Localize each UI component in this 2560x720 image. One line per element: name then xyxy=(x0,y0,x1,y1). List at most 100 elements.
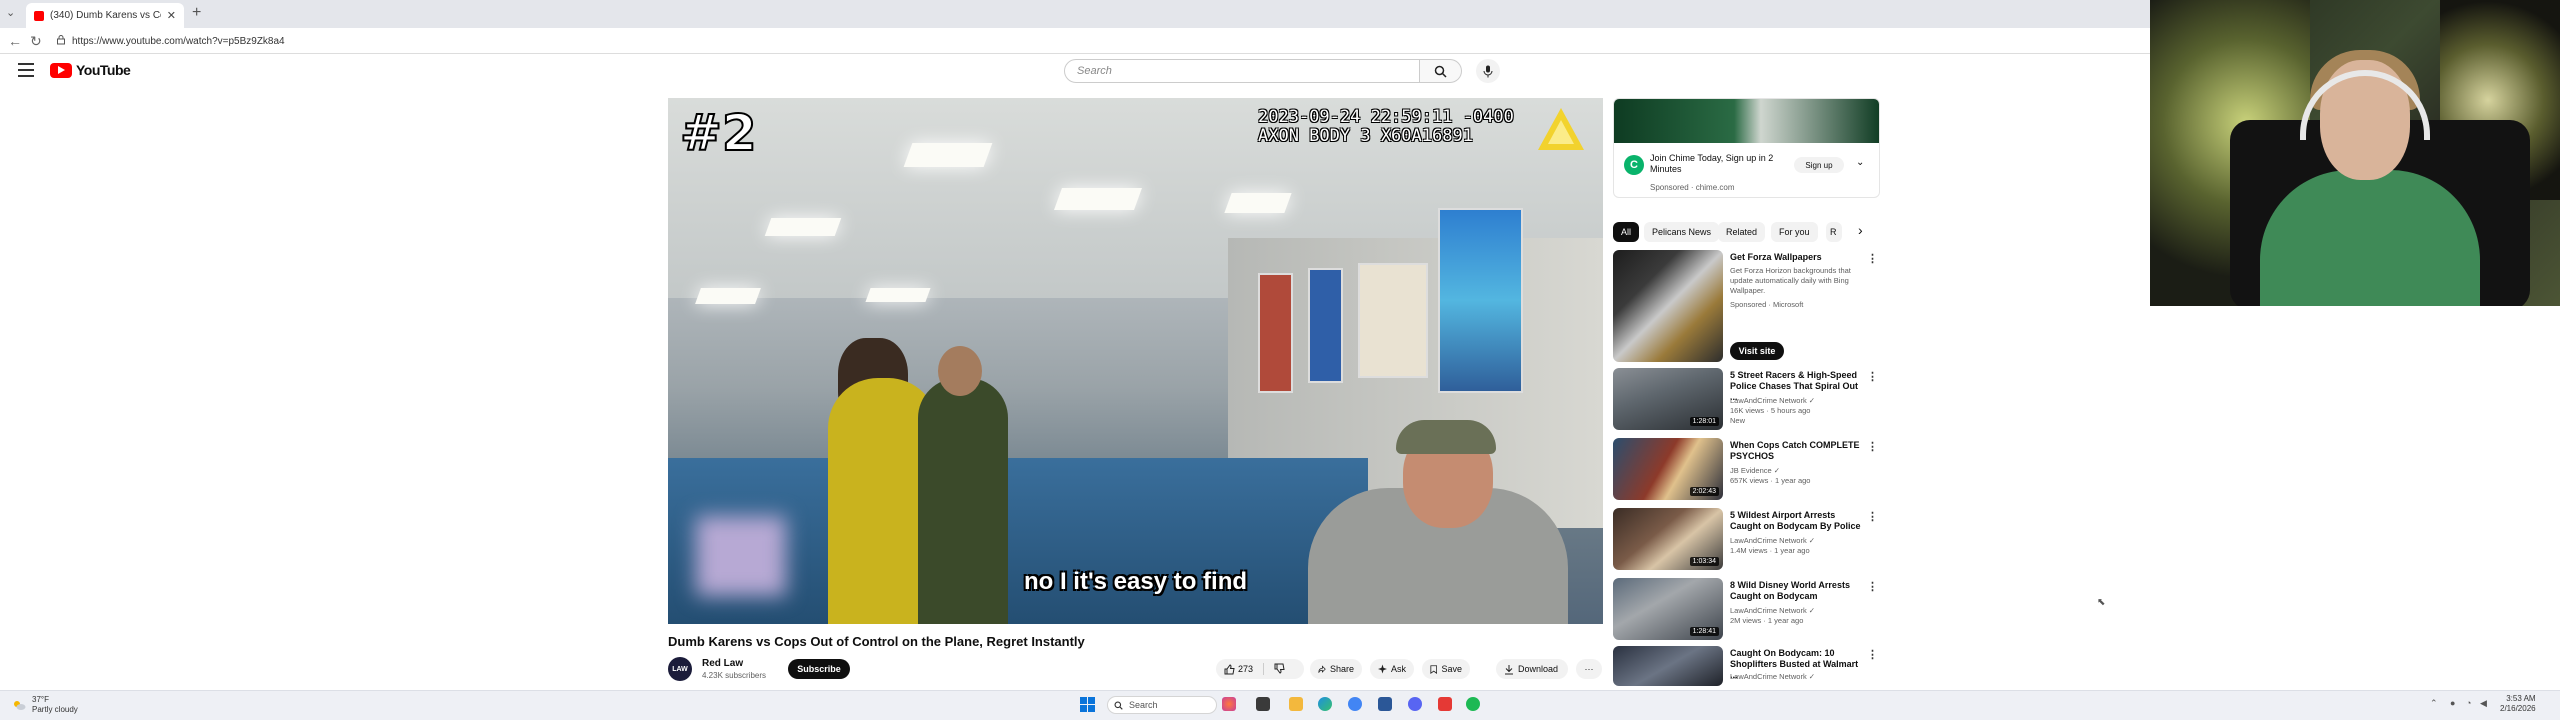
copilot-icon[interactable] xyxy=(1222,697,1236,711)
close-tab-icon[interactable]: ✕ xyxy=(167,9,176,22)
video-caption: no I it's easy to find xyxy=(1023,568,1248,595)
voice-search-button[interactable] xyxy=(1476,59,1500,83)
chip-for-you[interactable]: For you xyxy=(1771,222,1818,242)
site-info-icon[interactable] xyxy=(56,34,66,48)
video-duration: 1:03:34 xyxy=(1689,557,1719,566)
taskbar-clock[interactable]: 3:53 AM 2/16/2026 xyxy=(2500,694,2536,714)
more-vertical-icon[interactable]: ⋮ xyxy=(1867,510,1878,523)
sparkle-icon xyxy=(1378,664,1387,674)
chip-all[interactable]: All xyxy=(1613,222,1640,242)
rec-channel: JB Evidence ✓ xyxy=(1730,466,1781,475)
rec-channel: LawAndCrime Network ✓ xyxy=(1730,606,1816,615)
channel-avatar[interactable]: LAW xyxy=(668,657,692,681)
video-thumbnail[interactable]: 2:02:43 xyxy=(1613,438,1723,500)
channel-name[interactable]: Red Law xyxy=(702,658,743,669)
video-thumbnail[interactable] xyxy=(1613,250,1723,362)
dislike-button[interactable] xyxy=(1274,663,1285,676)
rec-stats: 16K views · 5 hours ago xyxy=(1730,406,1811,415)
url-field[interactable]: https://www.youtube.com/watch?v=p5Bz9Zk8… xyxy=(56,32,1556,50)
video-thumbnail[interactable]: 1:28:41 xyxy=(1613,578,1723,640)
rec-title: Get Forza Wallpapers xyxy=(1730,252,1822,262)
ceiling-light xyxy=(764,218,842,236)
task-view-icon[interactable] xyxy=(1256,697,1270,711)
list-item[interactable]: 1:28:01 5 Street Racers & High-Speed Pol… xyxy=(1613,368,1878,430)
visit-site-button[interactable]: Visit site xyxy=(1730,342,1784,360)
rec-badge: New xyxy=(1730,416,1746,425)
thumbs-down-icon xyxy=(1274,663,1285,674)
hamburger-menu-icon[interactable] xyxy=(18,63,34,77)
ask-label: Ask xyxy=(1390,664,1406,674)
list-item[interactable]: 1:03:34 5 Wildest Airport Arrests Caught… xyxy=(1613,508,1878,570)
spotify-icon[interactable] xyxy=(1466,697,1480,711)
save-label: Save xyxy=(1441,664,1462,674)
chevron-right-icon[interactable]: › xyxy=(1858,222,1863,238)
back-icon[interactable]: ← xyxy=(8,33,22,49)
windows-taskbar xyxy=(0,690,2560,720)
more-vertical-icon[interactable]: ⋮ xyxy=(1867,648,1878,661)
webcam-overlay xyxy=(2150,0,2560,306)
more-vertical-icon[interactable]: ⋮ xyxy=(1867,252,1878,265)
tray-chevron-up-icon[interactable]: ⌃ xyxy=(2430,698,2438,709)
ask-button[interactable]: Ask xyxy=(1370,659,1414,679)
youtube-favicon-icon xyxy=(34,10,44,21)
chip-partial[interactable]: R xyxy=(1826,222,1842,242)
ad-signup-button[interactable]: Sign up xyxy=(1794,157,1844,173)
more-vertical-icon[interactable]: ⋮ xyxy=(1867,440,1878,453)
weather-widget[interactable]: 37°F Partly cloudy xyxy=(12,695,78,715)
download-icon xyxy=(1505,664,1513,674)
network-icon[interactable]: ◔ xyxy=(2466,698,2471,708)
save-button[interactable]: Save xyxy=(1422,659,1470,679)
chrome-icon[interactable] xyxy=(1348,697,1362,711)
share-label: Share xyxy=(1329,664,1354,674)
video-player[interactable]: #2 2023-09-24 22:59:11 -0400 AXON BODY 3… xyxy=(668,98,1603,624)
more-vertical-icon[interactable]: ⋮ xyxy=(1867,370,1878,383)
store-icon[interactable] xyxy=(1378,697,1392,711)
video-thumbnail[interactable]: 1:28:01 xyxy=(1613,368,1723,430)
file-explorer-icon[interactable] xyxy=(1289,697,1303,711)
list-item[interactable]: 1:28:41 8 Wild Disney World Arrests Caug… xyxy=(1613,578,1878,640)
like-button[interactable]: 273 xyxy=(1224,663,1254,675)
new-tab-button[interactable]: + xyxy=(192,4,201,22)
video-duration: 2:02:43 xyxy=(1689,487,1719,496)
list-item[interactable]: 2:02:43 When Cops Catch COMPLETE PSYCHOS… xyxy=(1613,438,1878,500)
windows-start-icon[interactable] xyxy=(1080,697,1095,717)
microphone-tray-icon[interactable]: ● xyxy=(2450,698,2455,708)
list-item[interactable]: Get Forza Wallpapers Get Forza Horizon b… xyxy=(1613,250,1878,362)
share-button[interactable]: Share xyxy=(1310,659,1362,679)
rec-stats: 2M views · 1 year ago xyxy=(1730,616,1804,625)
thumbs-up-icon xyxy=(1224,663,1235,674)
more-actions-button[interactable]: ··· xyxy=(1576,659,1602,679)
video-thumbnail[interactable] xyxy=(1613,646,1723,686)
chip-related[interactable]: Related xyxy=(1718,222,1766,242)
browser-tab-youtube[interactable]: (340) Dumb Karens vs Cops O ✕ xyxy=(26,3,184,28)
more-vertical-icon[interactable]: ⋮ xyxy=(1867,580,1878,593)
wall-poster xyxy=(1308,268,1343,383)
download-button[interactable]: Download xyxy=(1496,659,1568,679)
list-item[interactable]: Caught On Bodycam: 10 Shoplifters Busted… xyxy=(1613,646,1878,686)
app-icon[interactable] xyxy=(1438,697,1452,711)
video-thumbnail[interactable]: 1:03:34 xyxy=(1613,508,1723,570)
rec-stats: 657K views · 1 year ago xyxy=(1730,476,1811,485)
rec-title: When Cops Catch COMPLETE PSYCHOS xyxy=(1730,440,1860,461)
ceiling-light xyxy=(695,288,761,304)
sponsored-ad-card[interactable]: C Join Chime Today, Sign up in 2 Minutes… xyxy=(1613,98,1880,198)
volume-icon[interactable]: ◀ xyxy=(2480,698,2487,709)
rec-channel: LawAndCrime Network ✓ xyxy=(1730,672,1816,681)
subscribe-button[interactable]: Subscribe xyxy=(788,659,850,679)
clock-time: 3:53 AM xyxy=(2506,694,2536,703)
reload-icon[interactable]: ↻ xyxy=(30,33,42,50)
chevron-down-icon[interactable]: ⌄ xyxy=(1856,157,1864,168)
chip-pelicans-news[interactable]: Pelicans News xyxy=(1644,222,1720,242)
discord-icon[interactable] xyxy=(1408,697,1422,711)
search-input[interactable]: Search xyxy=(1064,59,1420,83)
weather-condition: Partly cloudy xyxy=(32,705,78,714)
edge-browser-icon[interactable] xyxy=(1318,697,1332,711)
like-count: 273 xyxy=(1238,664,1254,674)
search-icon xyxy=(1434,65,1447,78)
search-button[interactable] xyxy=(1420,59,1462,83)
video-duration: 1:28:01 xyxy=(1689,417,1719,426)
video-rank-badge: #2 xyxy=(679,103,758,163)
taskbar-search[interactable]: Search xyxy=(1107,696,1217,714)
tab-dropdown-button[interactable]: ⌄ xyxy=(6,6,15,19)
youtube-logo[interactable]: YouTube xyxy=(50,62,131,78)
